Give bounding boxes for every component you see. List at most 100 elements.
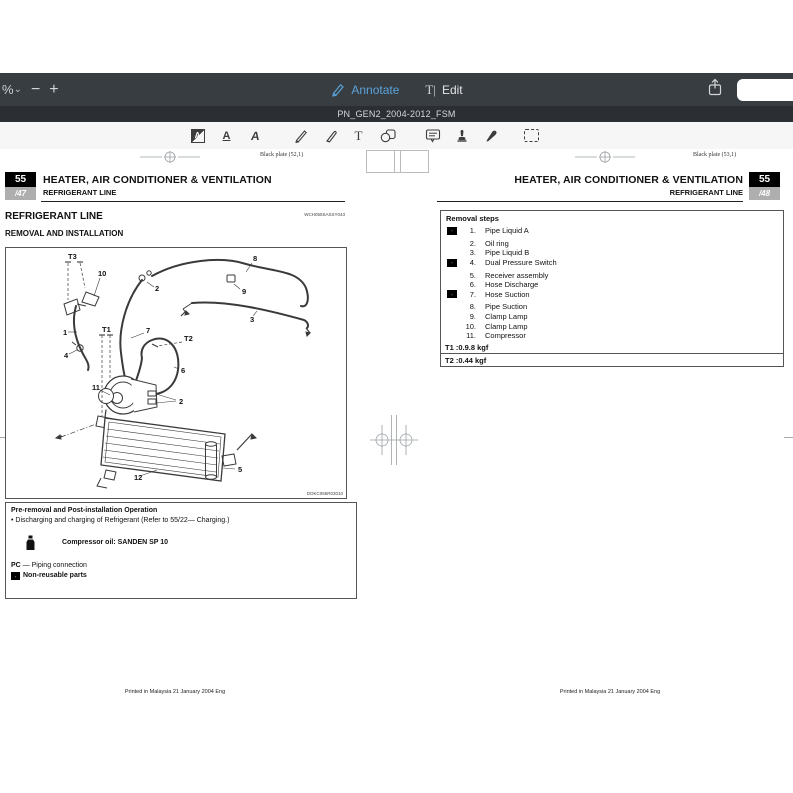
text-tool-button[interactable]: T	[350, 127, 367, 144]
diagram-callout-label: 4	[64, 351, 69, 360]
chapter-title-left: HEATER, AIR CONDITIONER & VENTILATION	[43, 174, 272, 186]
header-rule-right	[437, 201, 743, 202]
selection-rect-icon	[524, 129, 539, 142]
pen-annotate-icon	[330, 83, 345, 97]
torque-spec: T1 :0.9.8 kgf	[441, 341, 783, 353]
removal-step: 2. Oil ring	[441, 239, 783, 249]
eraser-button[interactable]	[321, 127, 338, 144]
diagram-callout-label: 3	[250, 315, 254, 324]
eraser-icon	[323, 129, 337, 143]
page-heading-left: REFRIGERANT LINE	[5, 211, 103, 222]
non-reusable-marker-icon: ◦	[11, 572, 20, 580]
diagram-callout-label: T1	[102, 325, 111, 334]
diagram-callout-label: T3	[68, 252, 77, 261]
app-toolbar: % ⌄ − + Annotate T| Edit	[0, 73, 793, 106]
section-title-left: REFRIGERANT LINE	[43, 188, 116, 197]
chevron-down-icon: ⌄	[14, 84, 22, 95]
zoom-in-button[interactable]: +	[49, 81, 58, 99]
page-code-badge: /47	[5, 187, 36, 200]
font-style-button[interactable]: A	[246, 127, 265, 144]
signature-stamp-icon	[455, 128, 469, 143]
selection-button[interactable]	[523, 127, 540, 144]
search-field[interactable]	[737, 79, 793, 101]
info-box-title: Pre-removal and Post-installation Operat…	[11, 506, 351, 516]
annotate-mode-button[interactable]: Annotate	[330, 83, 399, 97]
removal-steps-box: Removal steps ◦1.Pipe Liquid A2.Oil ring…	[440, 210, 784, 343]
footer-left: Printed in Malaysia 21 January 2004 Eng	[55, 689, 295, 695]
diagram-callout-label: 12	[134, 473, 142, 482]
chapter-number-badge: 55	[5, 172, 36, 187]
share-button[interactable]	[707, 78, 723, 102]
page-code-badge: /48	[749, 187, 780, 200]
refrigerant-line-figure: T3108921T173T246112125 DOKC055R03010	[5, 247, 347, 499]
step-number: 8.	[461, 302, 476, 311]
diagram-callout-label: 11	[92, 383, 100, 392]
step-number: 9.	[461, 312, 476, 321]
oil-bottle-icon	[25, 535, 36, 551]
zoom-level-control[interactable]: % ⌄	[2, 82, 22, 97]
edit-mode-button[interactable]: T| Edit	[425, 82, 462, 98]
step-number: 2.	[461, 239, 476, 248]
underline-text-button[interactable]: A	[218, 127, 235, 144]
signature-button[interactable]	[453, 127, 470, 144]
plate-note-left: Black plate (52,1)	[260, 152, 303, 158]
document-title: PN_GEN2_2004-2012_FSM	[337, 109, 455, 119]
info-box-bullet-line: • Discharging and charging of Refrigeran…	[11, 516, 351, 526]
removal-steps-list: ◦1.Pipe Liquid A2.Oil ring3.Pipe Liquid …	[441, 226, 783, 350]
diagram-callout-label: 10	[98, 269, 106, 278]
note-button[interactable]	[424, 127, 441, 144]
chapter-number-badge: 55	[749, 172, 780, 187]
pc-legend-line: PC — Piping connection	[11, 561, 351, 571]
fountain-pen-icon	[484, 129, 498, 143]
step-label: Hose Suction	[485, 290, 530, 299]
shapes-button[interactable]	[379, 127, 396, 144]
step-label: Oil ring	[485, 239, 509, 248]
zoom-percent-label: %	[2, 82, 14, 97]
pencil-icon	[294, 129, 308, 143]
step-label: Clamp Lamp	[485, 322, 528, 331]
gutter-registration-marks	[360, 415, 434, 465]
fill-sign-pen-button[interactable]	[482, 127, 499, 144]
step-number: 5.	[461, 271, 476, 280]
shapes-icon	[380, 128, 396, 143]
pdf-document-view[interactable]: Black plate (52,1) 55 /47 HEATER, AIR CO…	[0, 149, 793, 793]
removal-step: ◦1.Pipe Liquid A	[441, 226, 783, 236]
removal-step: ◦7.Hose Suction	[441, 290, 783, 300]
zoom-out-button[interactable]: −	[31, 81, 40, 99]
diagram-callout-label: 6	[181, 366, 185, 375]
removal-steps-title: Removal steps	[446, 214, 783, 223]
heading-code: WCH055SASSY043	[240, 212, 345, 217]
diagram-callout-label: 2	[179, 397, 183, 406]
pre-removal-info-box: Pre-removal and Post-installation Operat…	[5, 502, 357, 599]
corner-crop-mark	[394, 150, 429, 173]
section-title-right: REFRIGERANT LINE	[420, 188, 743, 197]
share-icon	[707, 78, 723, 97]
diagram-callout-label: 1	[63, 328, 67, 337]
pencil-button[interactable]	[292, 127, 309, 144]
removal-step: 6.Hose Discharge	[441, 280, 783, 290]
registration-mark	[575, 149, 635, 165]
markup-style-icon: A	[191, 129, 205, 143]
plate-note-right: Black plate (53,1)	[693, 152, 736, 158]
step-label: Receiver assembly	[485, 271, 548, 280]
torque-spec: T2 :0.44 kgf	[441, 353, 783, 366]
diagram-callout-label: 7	[146, 326, 150, 335]
step-number: 1.	[461, 226, 476, 235]
edit-label: Edit	[442, 83, 463, 97]
removal-step: 5. Receiver assembly	[441, 270, 783, 280]
step-number: 6.	[461, 280, 476, 289]
diagram-callout-label: 9	[242, 287, 246, 296]
compressor-oil-label: Compressor oil: SANDEN SP 10	[62, 538, 168, 548]
markup-style-button[interactable]: A	[189, 127, 206, 144]
step-number: 7.	[461, 290, 476, 299]
note-icon	[425, 128, 441, 143]
page-subheading-left: REMOVAL AND INSTALLATION	[5, 229, 123, 238]
refrigerant-diagram-svg: T3108921T173T246112125	[6, 248, 346, 498]
step-label: Clamp Lamp	[485, 312, 528, 321]
removal-step: 3.Pipe Liquid B	[441, 248, 783, 258]
step-label: Dual Pressure Switch	[485, 258, 557, 267]
removal-step: 11.Compressor	[441, 331, 783, 341]
step-label: Pipe Liquid A	[485, 226, 529, 235]
diagram-callout-label: 8	[253, 254, 257, 263]
step-label: Pipe Liquid B	[485, 248, 529, 257]
